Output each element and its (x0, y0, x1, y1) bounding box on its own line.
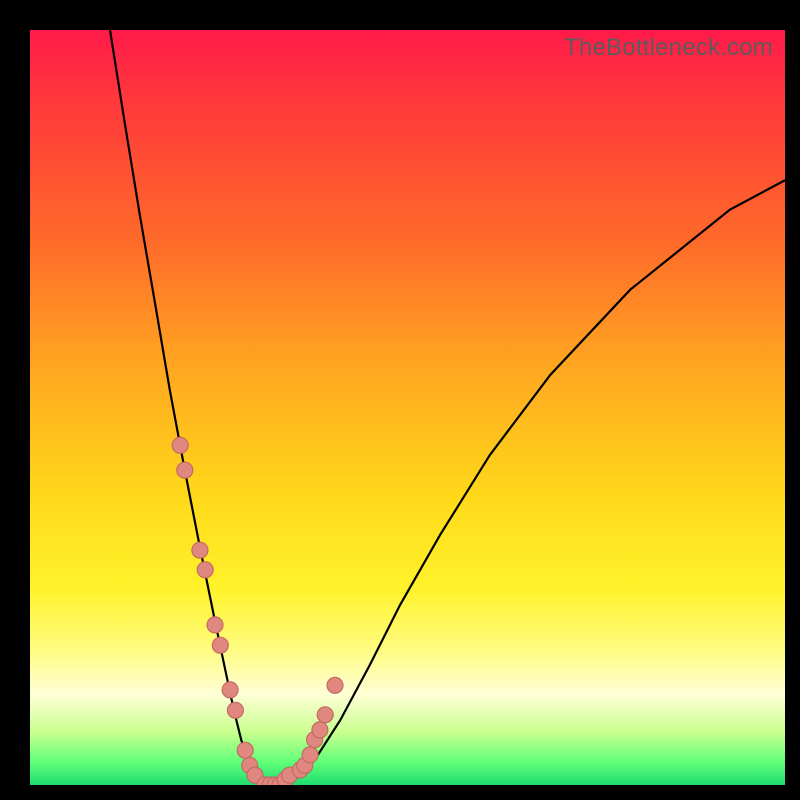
data-dot (207, 617, 223, 633)
data-dot (317, 707, 333, 723)
data-dot (212, 637, 228, 653)
data-dot (312, 722, 328, 738)
data-dot (237, 742, 253, 758)
dots-group (172, 437, 343, 785)
data-dot (227, 702, 243, 718)
data-dot (327, 677, 343, 693)
data-dot (172, 437, 188, 453)
chart-overlay (30, 30, 785, 785)
data-dot (192, 542, 208, 558)
plot-area: TheBottleneck.com (30, 30, 785, 785)
v-curve (110, 30, 785, 785)
data-dot (197, 562, 213, 578)
data-dot (177, 462, 193, 478)
data-dot (302, 747, 318, 763)
data-dot (222, 682, 238, 698)
outer-frame: TheBottleneck.com (0, 0, 800, 800)
